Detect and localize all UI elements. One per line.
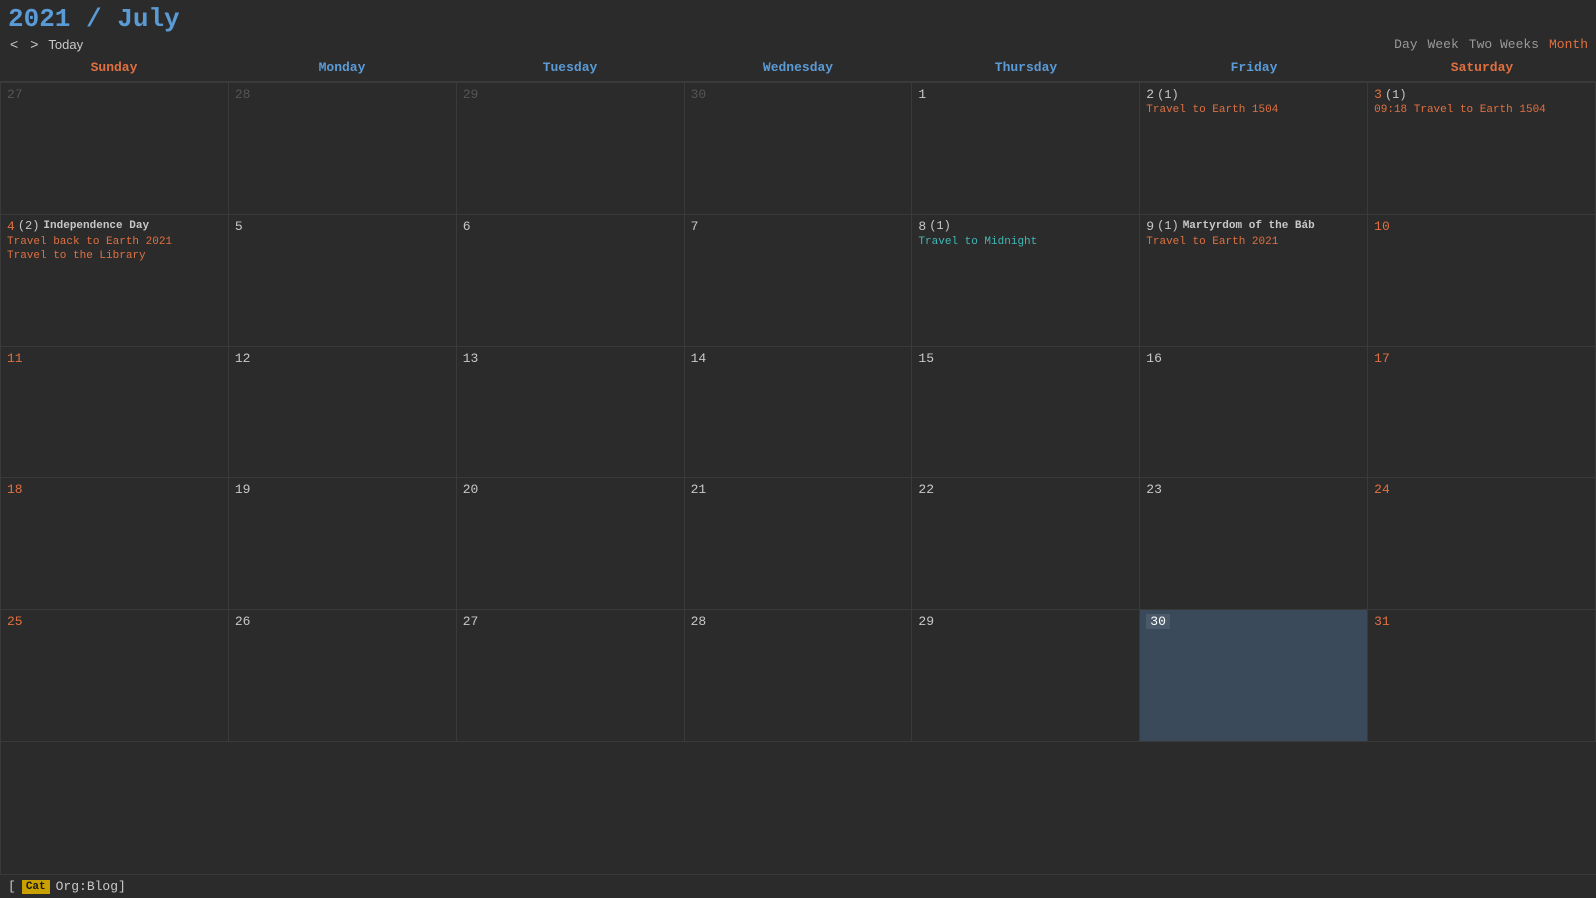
footer-text: Org:Blog] xyxy=(56,879,126,894)
next-button[interactable]: > xyxy=(28,36,40,52)
view-day[interactable]: Day xyxy=(1394,37,1417,52)
header-friday: Friday xyxy=(1140,54,1368,81)
view-two-weeks[interactable]: Two Weeks xyxy=(1469,37,1539,52)
table-row[interactable]: 28 xyxy=(229,83,457,215)
header-thursday: Thursday xyxy=(912,54,1140,81)
footer: [ Cat Org:Blog] xyxy=(0,874,1596,898)
table-row[interactable]: 29 xyxy=(912,610,1140,742)
view-month[interactable]: Month xyxy=(1549,37,1588,52)
header-sunday: Sunday xyxy=(0,54,228,81)
prev-button[interactable]: < xyxy=(8,36,20,52)
table-row[interactable]: 24 xyxy=(1368,478,1596,610)
table-row[interactable]: 3 (1) 09:18 Travel to Earth 1504 xyxy=(1368,83,1596,215)
table-row[interactable]: 15 xyxy=(912,347,1140,479)
table-row[interactable]: 25 xyxy=(1,610,229,742)
table-row[interactable]: 29 xyxy=(457,83,685,215)
bracket-open: [ xyxy=(8,879,16,894)
table-row[interactable]: 19 xyxy=(229,478,457,610)
calendar: Sunday Monday Tuesday Wednesday Thursday… xyxy=(0,54,1596,874)
table-row[interactable]: 13 xyxy=(457,347,685,479)
table-row[interactable]: 31 xyxy=(1368,610,1596,742)
table-row[interactable]: 5 xyxy=(229,215,457,347)
header-monday: Monday xyxy=(228,54,456,81)
table-row[interactable]: 9 (1) Martyrdom of the Báb Travel to Ear… xyxy=(1140,215,1368,347)
table-row[interactable]: 2 (1) Travel to Earth 1504 xyxy=(1140,83,1368,215)
header-tuesday: Tuesday xyxy=(456,54,684,81)
header-wednesday: Wednesday xyxy=(684,54,912,81)
view-week[interactable]: Week xyxy=(1428,37,1459,52)
table-row[interactable]: 8 (1) Travel to Midnight xyxy=(912,215,1140,347)
table-row[interactable]: 11 xyxy=(1,347,229,479)
table-row[interactable]: 28 xyxy=(685,610,913,742)
table-row[interactable]: 16 xyxy=(1140,347,1368,479)
view-switcher: Day Week Two Weeks Month xyxy=(1394,37,1588,52)
table-row[interactable]: 20 xyxy=(457,478,685,610)
table-row[interactable]: 27 xyxy=(457,610,685,742)
table-row[interactable]: 14 xyxy=(685,347,913,479)
table-row[interactable]: 6 xyxy=(457,215,685,347)
table-row[interactable]: 30 xyxy=(685,83,913,215)
table-row[interactable]: 18 xyxy=(1,478,229,610)
table-row[interactable]: 17 xyxy=(1368,347,1596,479)
table-row[interactable]: 26 xyxy=(229,610,457,742)
header-saturday: Saturday xyxy=(1368,54,1596,81)
table-row[interactable]: 23 xyxy=(1140,478,1368,610)
table-row[interactable]: 4 (2) Independence Day Travel back to Ea… xyxy=(1,215,229,347)
footer-badge[interactable]: Cat xyxy=(22,880,50,894)
page-title: 2021 / July xyxy=(8,4,180,34)
table-row[interactable]: 1 xyxy=(912,83,1140,215)
table-row[interactable]: 10 xyxy=(1368,215,1596,347)
days-header: Sunday Monday Tuesday Wednesday Thursday… xyxy=(0,54,1596,82)
table-row[interactable]: 12 xyxy=(229,347,457,479)
today-cell[interactable]: 30 xyxy=(1140,610,1368,742)
table-row[interactable]: 21 xyxy=(685,478,913,610)
table-row[interactable]: 22 xyxy=(912,478,1140,610)
table-row[interactable]: 27 xyxy=(1,83,229,215)
table-row[interactable]: 7 xyxy=(685,215,913,347)
today-button[interactable]: Today xyxy=(48,37,83,52)
calendar-grid: 27 28 29 30 1 2 (1) Travel to Earth 1504… xyxy=(0,82,1596,874)
